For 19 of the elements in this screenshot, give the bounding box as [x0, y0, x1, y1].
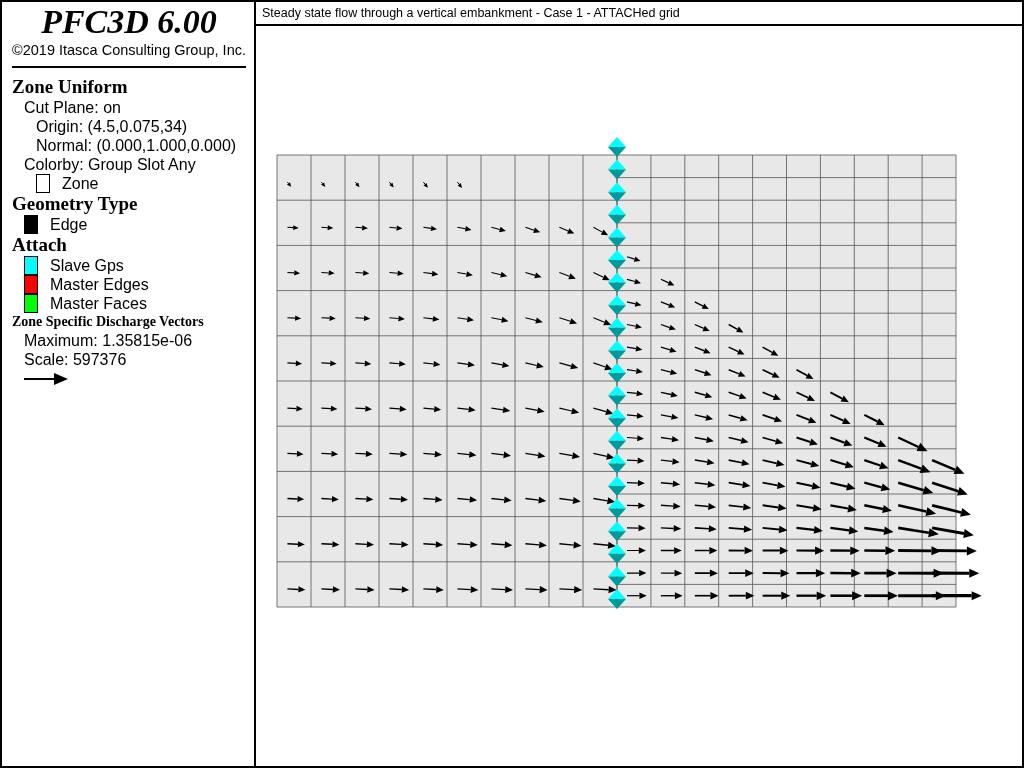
- legend-heading: Zone Specific Discharge Vectors: [12, 313, 204, 331]
- legend-text: Colorby: Group Slot Any: [24, 155, 196, 174]
- legend-text: Origin: (4.5,0.075,34): [36, 117, 188, 136]
- legend-text: Normal: (0.000,1.000,0.000): [36, 136, 237, 155]
- legend-heading: Geometry Type: [12, 193, 138, 215]
- legend-text: Cut Plane: on: [24, 98, 121, 117]
- plot-title: Steady state flow through a vertical embankment - Case 1 - ATTACHed grid: [256, 2, 1022, 26]
- legend-label: Master Faces: [50, 294, 147, 313]
- scale-arrow-icon: [24, 372, 68, 386]
- copyright-text: ©2019 Itasca Consulting Group, Inc.: [12, 42, 246, 58]
- legend-label: Master Edges: [50, 275, 149, 294]
- legend-label: Zone: [62, 174, 99, 193]
- legend-label: Edge: [50, 215, 88, 234]
- legend-heading: Zone Uniform: [12, 76, 128, 98]
- app-title: PFC3D 6.00: [40, 4, 218, 40]
- legend-heading: Attach: [12, 234, 67, 256]
- legend-text: Maximum: 1.35815e-06: [24, 331, 193, 350]
- legend-label: Slave Gps: [50, 256, 124, 275]
- legend-text: Scale: 597376: [24, 350, 127, 369]
